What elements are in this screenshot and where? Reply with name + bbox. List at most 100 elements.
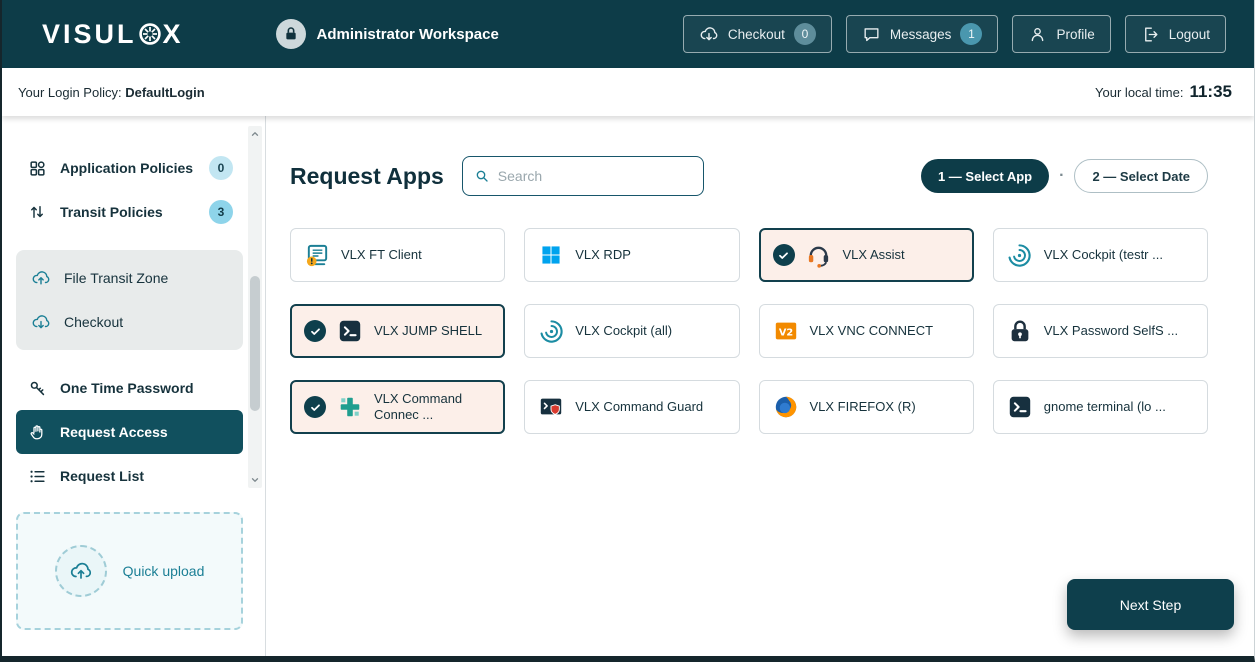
app-label: VLX FT Client [341,247,422,263]
step-select-app[interactable]: 1 — Select App [921,159,1049,193]
main-panel: Request Apps 1 — Select App · 2 — Select… [266,116,1254,656]
logout-label: Logout [1169,27,1210,42]
app-label: VLX Cockpit (testr ... [1044,247,1163,263]
top-bar: VISUL X Administrator Workspace [2,0,1254,68]
app-card-gnome-terminal[interactable]: gnome terminal (lo ... [993,380,1208,434]
app-label: VLX FIREFOX (R) [810,399,916,415]
app-card-vlx-cockpit-testr[interactable]: VLX Cockpit (testr ... [993,228,1208,282]
chat-icon [862,25,881,44]
app-card-vlx-jump-shell[interactable]: VLX JUMP SHELL [290,304,505,358]
terminal-icon [1006,393,1034,421]
search-input[interactable] [498,168,692,184]
scrollbar-thumb[interactable] [250,276,260,411]
vnc-icon: V2 [772,317,800,345]
messages-button[interactable]: Messages 1 [846,15,999,53]
app-label: VLX Password SelfS ... [1044,323,1178,339]
list-icon [26,467,48,486]
sidebar-item-label: One Time Password [60,380,194,396]
terminal-icon [336,317,364,345]
windows-icon [537,241,565,269]
sort-arrows-icon [26,203,48,221]
messages-label: Messages [890,27,952,42]
logo-text-left: VISUL [42,19,137,50]
checkout-button[interactable]: Checkout 0 [683,15,832,53]
checkout-label: Checkout [728,27,785,42]
person-icon [1028,25,1047,44]
sidebar-item-file-transit-zone[interactable]: File Transit Zone [20,256,239,300]
cockpit-spiral-icon [1006,241,1034,269]
command-guard-icon [537,393,565,421]
main-header-row: Request Apps 1 — Select App · 2 — Select… [290,156,1208,196]
content-area: Application Policies 0 Transit Policies … [2,116,1254,656]
app-card-vlx-firefox[interactable]: VLX FIREFOX (R) [759,380,974,434]
messages-badge: 1 [960,23,982,45]
app-card-vlx-rdp[interactable]: VLX RDP [524,228,739,282]
sidebar-item-label: Transit Policies [60,204,163,220]
sidebar-item-label: Request Access [60,424,168,440]
app-label: gnome terminal (lo ... [1044,399,1166,415]
grid-icon [26,159,48,178]
sidebar-item-label: Application Policies [60,160,193,176]
next-step-button[interactable]: Next Step [1067,579,1234,630]
login-policy-value: DefaultLogin [125,85,204,100]
login-policy-label: Your Login Policy: [18,85,122,100]
sidebar-item-checkout[interactable]: Checkout [20,300,239,344]
padlock-icon [1006,317,1034,345]
application-policies-badge: 0 [209,156,233,180]
sidebar-item-label: Checkout [64,314,123,330]
app-card-vlx-assist[interactable]: VLX Assist [759,228,974,282]
search-box[interactable] [462,156,704,196]
local-time-value: 11:35 [1189,82,1232,102]
logo-text-right: X [163,19,184,50]
app-label: VLX Command Guard [575,399,703,415]
sidebar-item-label: File Transit Zone [64,270,168,286]
app-card-vlx-command-guard[interactable]: VLX Command Guard [524,380,739,434]
transit-policies-badge: 3 [209,200,233,224]
page-title: Request Apps [290,163,444,190]
step-separator: · [1059,167,1064,185]
app-card-vlx-ft-client[interactable]: VLX FT Client [290,228,505,282]
logo-aperture-icon [138,22,162,46]
app-card-vlx-vnc-connect[interactable]: V2 VLX VNC CONNECT [759,304,974,358]
login-policy: Your Login Policy: DefaultLogin [18,85,205,100]
logout-icon [1141,25,1160,44]
sidebar-item-one-time-password[interactable]: One Time Password [16,366,243,410]
selected-check-icon [773,244,795,266]
sidebar-item-request-list[interactable]: Request List [16,454,243,498]
app-card-vlx-password-selfservice[interactable]: VLX Password SelfS ... [993,304,1208,358]
app-label: VLX RDP [575,247,631,263]
quick-upload-label: Quick upload [123,563,205,579]
local-time-label: Your local time: [1095,85,1183,100]
local-time: Your local time: 11:35 [1095,82,1232,102]
key-icon [26,379,48,398]
search-icon [474,167,490,185]
app-label: VLX JUMP SHELL [374,323,482,339]
scroll-up-icon[interactable] [248,126,262,142]
svg-text:V2: V2 [778,327,792,338]
scroll-down-icon[interactable] [248,472,262,488]
app-card-vlx-cockpit-all[interactable]: VLX Cockpit (all) [524,304,739,358]
visulox-logo: VISUL X [42,19,184,50]
sub-header: Your Login Policy: DefaultLogin Your loc… [2,68,1254,116]
sidebar-scrollbar[interactable] [248,126,262,488]
profile-button[interactable]: Profile [1012,15,1110,53]
logout-button[interactable]: Logout [1125,15,1226,53]
cloud-download-icon [30,312,52,332]
sidebar-item-request-access[interactable]: Request Access [16,410,243,454]
sidebar: Application Policies 0 Transit Policies … [2,116,266,656]
command-connect-icon [336,393,364,421]
cloud-upload-icon [55,545,107,597]
quick-upload-dropzone[interactable]: Quick upload [16,512,243,630]
checkout-badge: 0 [794,23,816,45]
transit-zone-card: File Transit Zone Checkout [16,250,243,350]
app-label: VLX Command Connec ... [374,391,491,424]
app-card-vlx-command-connect[interactable]: VLX Command Connec ... [290,380,505,434]
step-select-date[interactable]: 2 — Select Date [1074,159,1208,193]
sidebar-item-application-policies[interactable]: Application Policies 0 [16,146,243,190]
app-window: VISUL X Administrator Workspace [0,0,1255,662]
cloud-download-icon [699,24,719,44]
firefox-icon [772,393,800,421]
cloud-upload-icon [30,268,52,288]
profile-label: Profile [1056,27,1094,42]
sidebar-item-transit-policies[interactable]: Transit Policies 3 [16,190,243,234]
